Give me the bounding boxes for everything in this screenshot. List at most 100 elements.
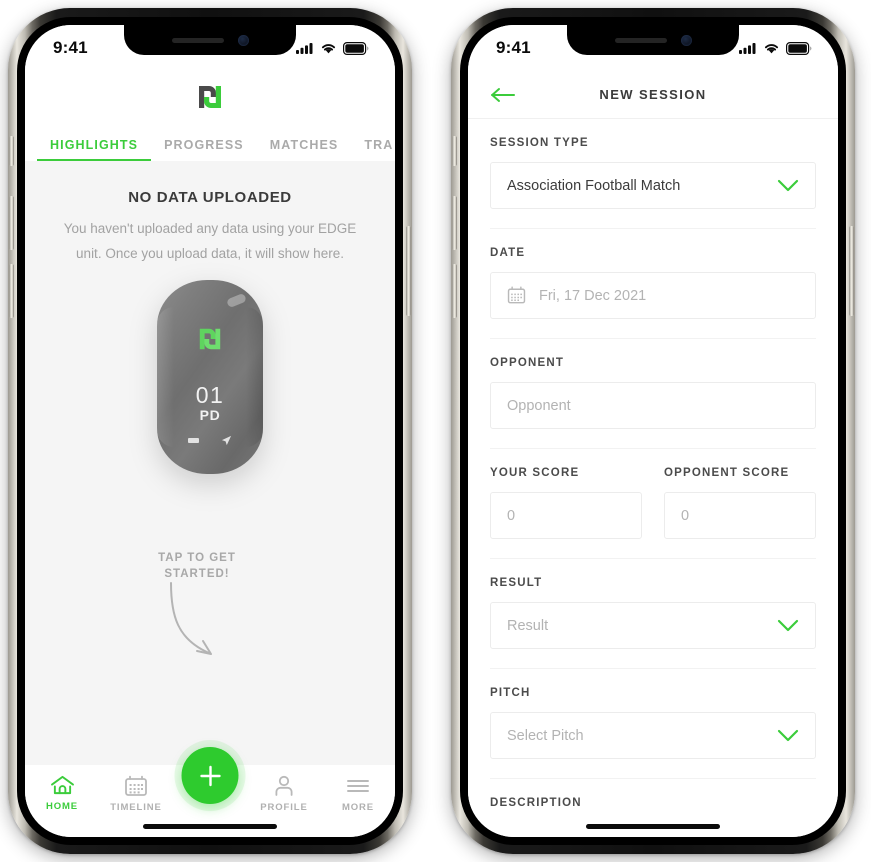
edge-unit-status-icons [157,435,263,446]
tab-bar[interactable]: HIGHLIGHTS PROGRESS MATCHES TRA [25,123,395,161]
power-button[interactable] [406,226,411,316]
opponent-label: OPPONENT [490,357,565,369]
display-notch [124,25,296,55]
cellular-signal-icon [296,43,313,54]
result-placeholder: Result [507,617,549,634]
mute-switch-button[interactable] [452,136,457,166]
calendar-icon [125,775,147,796]
new-session-header: NEW SESSION [468,71,838,119]
opponent-input[interactable]: Opponent [490,382,816,429]
chevron-down-icon [777,729,799,742]
description-label: DESCRIPTION [490,797,582,809]
your-score-placeholder: 0 [507,507,516,524]
your-score-group: YOUR SCORE 0 [490,467,642,539]
hint-arrow-icon [170,582,212,655]
empty-state-description: You haven't uploaded any data using your… [63,221,357,261]
pitch-dropdown[interactable]: Select Pitch [490,712,816,759]
mute-switch-button[interactable] [9,136,14,166]
status-icons [296,41,369,55]
calendar-icon [507,286,526,304]
add-session-fab[interactable] [181,747,239,804]
earpiece-speaker-icon [614,37,667,43]
field-date: DATE Fri, 17 Dec 2021 [490,229,816,339]
tab-training[interactable]: TRA [351,138,395,161]
earpiece-speaker-icon [171,37,224,43]
pd-brand-logo [199,86,221,108]
opponent-score-label: OPPONENT SCORE [664,467,790,479]
your-score-label: YOUR SCORE [490,467,580,479]
field-opponent: OPPONENT Opponent [490,339,816,449]
phone-screen-right: 9:41 NEW SESSION SESSION TYPE Associatio… [468,25,838,837]
wifi-icon [321,44,336,54]
session-type-label: SESSION TYPE [490,137,589,149]
front-camera-icon [680,34,692,46]
edge-unit-shadow-right [246,307,263,447]
edge-unit-screen-label: PD [199,407,221,423]
chevron-down-icon [777,179,799,192]
field-session-type: SESSION TYPE Association Football Match [490,119,816,229]
volume-down-button[interactable] [9,264,14,318]
edge-unit-highlight-left [157,307,174,447]
status-time: 9:41 [53,38,88,57]
edge-unit-illustration: 01 PD [157,280,263,474]
power-button[interactable] [849,226,854,316]
date-picker-input[interactable]: Fri, 17 Dec 2021 [490,272,816,319]
plus-icon [199,765,221,786]
battery-icon [786,41,812,55]
volume-up-button[interactable] [452,196,457,250]
volume-down-button[interactable] [452,264,457,318]
nav-item-more-label: MORE [341,802,375,813]
your-score-input[interactable]: 0 [490,492,642,539]
edge-unit-screen-number: 01 [195,382,225,408]
tap-hint-label: TAP TO GET STARTED! [158,552,236,580]
edge-gps-location-icon [221,435,232,446]
volume-up-button[interactable] [9,196,14,250]
empty-state-content: NO DATA UPLOADED You haven't uploaded an… [25,161,395,765]
home-indicator[interactable] [586,824,720,829]
tab-highlights-label: HIGHLIGHTS [50,138,139,152]
chevron-down-icon [777,619,799,632]
opponent-score-input[interactable]: 0 [664,492,816,539]
result-label: RESULT [490,577,543,589]
tab-progress[interactable]: PROGRESS [151,138,257,161]
battery-icon [343,41,369,55]
hamburger-menu-icon [347,780,369,792]
tab-progress-label: PROGRESS [164,138,244,152]
field-pitch: PITCH Select Pitch [490,669,816,779]
field-result: RESULT Result [490,559,816,669]
person-icon [275,775,293,796]
date-label: DATE [490,247,526,259]
empty-state-title: NO DATA UPLOADED [128,189,292,206]
result-dropdown[interactable]: Result [490,602,816,649]
status-time: 9:41 [496,38,531,57]
opponent-score-group: OPPONENT SCORE 0 [664,467,816,539]
tab-training-label: TRA [364,138,394,152]
display-notch [567,25,739,55]
opponent-placeholder: Opponent [507,397,571,414]
opponent-score-placeholder: 0 [681,507,690,524]
edge-battery-icon [188,438,199,443]
new-session-form: SESSION TYPE Association Football Match … [468,119,838,837]
field-scores: YOUR SCORE 0 OPPONENT SCORE 0 [490,449,816,559]
edge-unit-logo [197,324,223,359]
pitch-placeholder: Select Pitch [507,727,584,744]
front-camera-icon [237,34,249,46]
phone-screen-left: 9:41 HIGHLIGHTS PROGRESS MATCHES TRA NO … [25,25,395,837]
nav-item-profile[interactable]: PROFILE [247,775,321,813]
tab-highlights[interactable]: HIGHLIGHTS [37,138,152,161]
home-indicator[interactable] [143,824,277,829]
app-logo-bar [25,71,395,123]
nav-item-timeline-label: TIMELINE [110,802,162,813]
nav-item-timeline[interactable]: TIMELINE [99,775,173,813]
tab-matches-label: MATCHES [269,138,339,152]
nav-item-more[interactable]: MORE [321,775,395,813]
date-value: Fri, 17 Dec 2021 [539,287,647,304]
session-type-value: Association Football Match [507,177,681,194]
page-title: NEW SESSION [599,87,707,102]
screenshot-stage: 9:41 HIGHLIGHTS PROGRESS MATCHES TRA NO … [0,0,871,862]
nav-item-home[interactable]: HOME [25,775,99,812]
home-icon [50,775,74,795]
tab-matches[interactable]: MATCHES [257,138,352,161]
status-icons [739,41,812,55]
session-type-dropdown[interactable]: Association Football Match [490,162,816,209]
